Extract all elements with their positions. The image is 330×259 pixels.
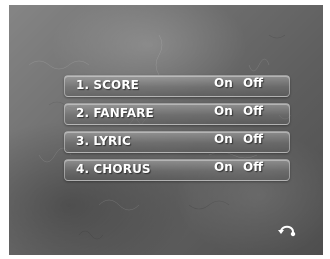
score-off-option[interactable]: Off: [243, 76, 263, 90]
lyric-on-option[interactable]: On: [214, 132, 233, 146]
fanfare-on-option[interactable]: On: [214, 104, 233, 118]
karaoke-settings-screen: 1. SCORE On Off 2. FANFARE On Off 3. LYR…: [9, 5, 323, 255]
score-on-option[interactable]: On: [214, 76, 233, 90]
chorus-off-option[interactable]: Off: [243, 160, 263, 174]
menu-item-lyric[interactable]: 3. LYRIC On Off: [64, 131, 290, 153]
fanfare-off-option[interactable]: Off: [243, 104, 263, 118]
menu-item-label: 3. LYRIC: [76, 134, 131, 148]
menu-item-label: 1. SCORE: [76, 78, 139, 92]
lyric-off-option[interactable]: Off: [243, 132, 263, 146]
menu-item-score[interactable]: 1. SCORE On Off: [64, 75, 290, 97]
menu-item-label: 4. CHORUS: [76, 162, 151, 176]
chorus-on-option[interactable]: On: [214, 160, 233, 174]
menu-item-fanfare[interactable]: 2. FANFARE On Off: [64, 103, 290, 125]
settings-menu: 1. SCORE On Off 2. FANFARE On Off 3. LYR…: [64, 75, 290, 187]
menu-item-label: 2. FANFARE: [76, 106, 154, 120]
menu-item-chorus[interactable]: 4. CHORUS On Off: [64, 159, 290, 181]
return-icon[interactable]: [277, 222, 297, 238]
